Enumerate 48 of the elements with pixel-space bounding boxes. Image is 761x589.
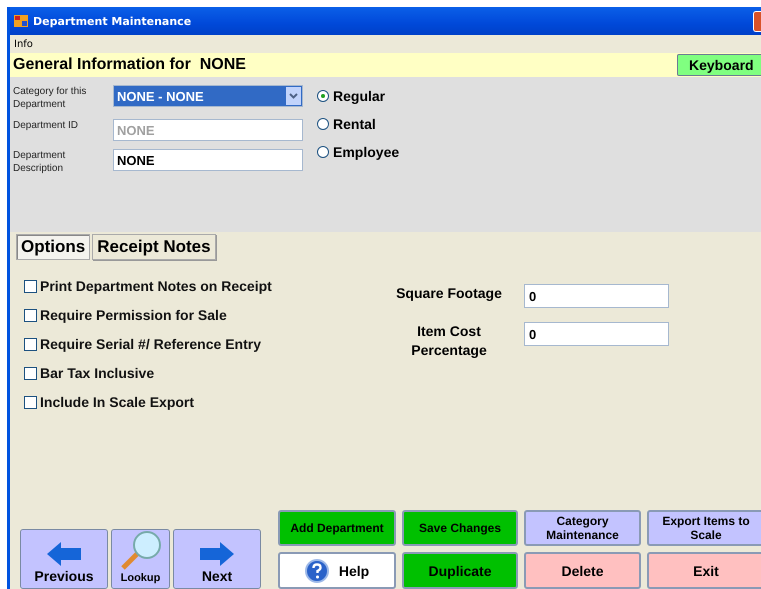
radio-button[interactable] <box>317 90 329 102</box>
radio-label: Employee <box>333 144 400 160</box>
keyboard-button[interactable]: Keyboard <box>677 54 761 76</box>
checkbox[interactable] <box>24 366 37 380</box>
left-arrow-icon <box>47 542 81 566</box>
radio-label: Regular <box>333 88 386 104</box>
radio-button[interactable] <box>317 146 329 158</box>
radio-label: Rental <box>333 116 376 132</box>
lookup-button[interactable]: Lookup <box>111 529 170 589</box>
help-icon <box>304 558 329 582</box>
action-button[interactable]: Delete <box>524 552 641 589</box>
text-field[interactable]: NONE <box>113 149 303 171</box>
checkbox[interactable] <box>24 338 37 350</box>
header-title: General Information for NONE <box>13 56 246 74</box>
checkbox-label: Print Department Notes on Receipt <box>40 278 272 294</box>
field-label: Department ID <box>13 119 80 132</box>
checkbox-label: Include In Scale Export <box>40 394 194 410</box>
action-button[interactable]: Category Maintenance <box>524 510 641 546</box>
action-button[interactable]: Add Department <box>278 510 396 546</box>
field-label: Square Footage <box>395 284 503 303</box>
field-label: Item Cost Percentage <box>410 322 488 360</box>
checkbox[interactable] <box>24 396 37 408</box>
action-button[interactable]: Save Changes <box>402 510 518 546</box>
number-field[interactable]: 0 <box>524 322 669 346</box>
checkbox-label: Require Serial #/ Reference Entry <box>40 336 261 352</box>
action-button[interactable]: Exit <box>647 552 761 589</box>
action-button[interactable]: Export Items to Scale <box>647 510 761 546</box>
caret-icon <box>286 87 301 105</box>
checkbox-label: Bar Tax Inclusive <box>40 365 154 381</box>
checkbox[interactable] <box>24 308 37 322</box>
action-button[interactable]: Help <box>278 552 396 589</box>
checkbox-label: Require Permission for Sale <box>40 307 227 323</box>
radio-button[interactable] <box>317 118 329 130</box>
field-label: Department Description <box>13 149 66 175</box>
app-icon <box>14 15 28 27</box>
tab[interactable]: Options <box>16 234 90 260</box>
checkbox[interactable] <box>24 280 37 292</box>
tab[interactable]: Receipt Notes <box>92 234 216 260</box>
magnifier-icon <box>118 530 162 570</box>
window-title: Department Maintenance <box>33 14 192 28</box>
number-field[interactable]: 0 <box>524 284 669 308</box>
action-button[interactable]: Duplicate <box>402 552 518 589</box>
right-arrow-icon <box>200 542 234 566</box>
next-button[interactable]: Next <box>173 529 261 589</box>
menu-item[interactable]: Info <box>14 38 33 50</box>
previous-button[interactable]: Previous <box>20 529 108 589</box>
category-dropdown[interactable]: NONE - NONE <box>113 85 303 107</box>
field-label: Category for this Department <box>13 85 88 111</box>
